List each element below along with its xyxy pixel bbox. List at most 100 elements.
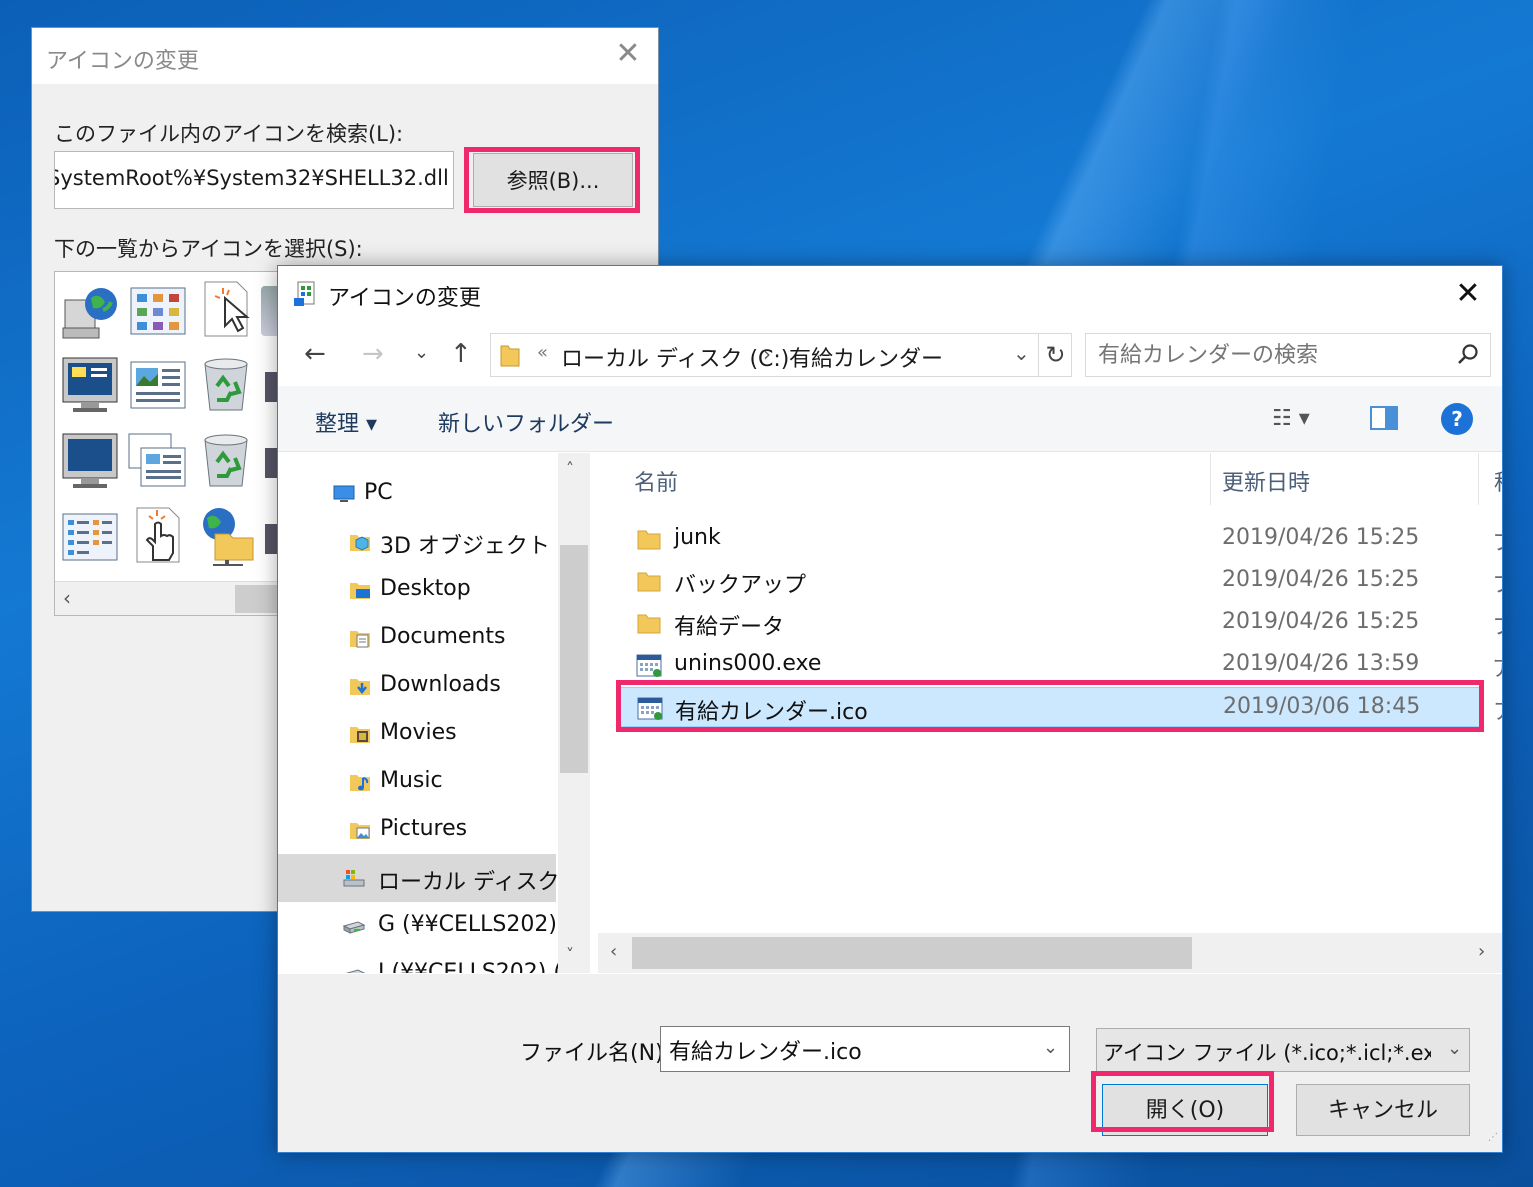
back-titlebar: アイコンの変更 ✕ <box>32 28 658 84</box>
column-modified[interactable]: 更新日時 <box>1222 465 1310 497</box>
nav-item-desktop[interactable]: Desktop <box>278 566 556 614</box>
multiple-windows-icon[interactable] <box>127 430 189 492</box>
folder-icon <box>637 572 661 592</box>
downloads-folder-icon <box>350 679 370 695</box>
open-button-highlight-box <box>1091 1071 1274 1132</box>
filename-label: ファイル名(N): <box>520 1041 672 1066</box>
column-headers: ˄ 名前 更新日時 種 <box>598 453 1502 507</box>
address-dropdown-icon[interactable]: ⌄ <box>1013 341 1030 365</box>
nav-item-pc[interactable]: PC <box>278 470 556 518</box>
address-overflow-icon[interactable]: « <box>537 342 548 363</box>
monitor-blank-icon[interactable] <box>59 430 121 492</box>
column-divider[interactable] <box>1210 453 1211 505</box>
nav-item-local-disk[interactable]: ローカル ディスク (C:) <box>278 854 590 902</box>
nav-item-network-g[interactable]: G (¥¥CELLS202) ( <box>278 902 573 950</box>
nav-item-network-i[interactable]: I (¥¥CELLS202) ( <box>278 950 562 973</box>
column-type[interactable]: 種 <box>1494 465 1502 497</box>
pc-icon <box>333 485 355 502</box>
picture-document-icon[interactable] <box>127 354 189 416</box>
breadcrumb-separator-icon[interactable]: › <box>763 342 771 366</box>
search-input[interactable] <box>1098 341 1438 369</box>
network-computer-icon[interactable] <box>59 280 121 342</box>
view-options-icon[interactable]: ☷ ▾ <box>1272 406 1310 431</box>
dialog-app-icon <box>294 281 315 306</box>
documents-folder-icon <box>350 631 370 648</box>
music-folder-icon <box>350 775 370 791</box>
recycle-bin-icon[interactable] <box>195 428 257 490</box>
column-name[interactable]: 名前 <box>634 465 678 497</box>
nav-item-movies[interactable]: Movies <box>278 710 556 758</box>
nav-pane-scrollbar[interactable]: ˄ ˅ <box>558 453 590 973</box>
nav-item-downloads[interactable]: Downloads <box>278 662 556 710</box>
back-arrow-icon[interactable]: ← <box>304 339 326 369</box>
file-row-junk[interactable]: junk 2019/04/26 15:25 フ <box>618 519 1502 559</box>
scroll-left-icon[interactable]: ‹ <box>63 586 71 610</box>
open-dialog-title: アイコンの変更 <box>328 286 481 311</box>
column-divider[interactable] <box>1478 453 1479 505</box>
scroll-thumb[interactable] <box>235 585 283 613</box>
file-row-backup[interactable]: バックアップ 2019/04/26 15:25 フ <box>618 561 1502 601</box>
file-list-scrollbar[interactable]: ‹ › <box>598 933 1502 973</box>
file-row-unins000[interactable]: unins000.exe 2019/04/26 13:59 ア <box>618 645 1502 685</box>
cursor-document-icon[interactable] <box>195 278 257 340</box>
forward-arrow-icon[interactable]: → <box>362 339 384 369</box>
new-folder-button[interactable]: 新しいフォルダー <box>438 406 614 438</box>
breadcrumb-paid-calendar[interactable]: 有給カレンダー <box>789 341 943 373</box>
calendar-app-icon <box>636 654 662 677</box>
sort-ascending-icon: ˄ <box>906 453 913 461</box>
filetype-select[interactable]: アイコン ファイル (*.ico;*.icl;*.exe;*.d ⌄ <box>1096 1028 1470 1072</box>
movies-folder-icon <box>350 727 370 743</box>
search-box[interactable] <box>1085 333 1491 377</box>
monitor-icon[interactable] <box>59 354 121 416</box>
hand-pointer-icon[interactable] <box>127 504 189 566</box>
file-scroll-thumb[interactable] <box>632 937 1192 969</box>
help-icon[interactable]: ? <box>1441 403 1473 435</box>
back-dialog-title: アイコンの変更 <box>46 49 199 74</box>
nav-item-music[interactable]: Music <box>278 758 556 806</box>
nav-item-documents[interactable]: Documents <box>278 614 556 662</box>
preview-pane-icon[interactable] <box>1370 406 1398 430</box>
details-view-icon[interactable] <box>59 506 121 568</box>
scroll-down-icon[interactable]: ˅ <box>566 945 574 964</box>
folder-icon <box>500 345 520 367</box>
open-close-icon[interactable]: ✕ <box>1450 276 1486 312</box>
pictures-folder-icon <box>350 823 370 839</box>
dialog-footer: ファイル名(N): ⌄ アイコン ファイル (*.ico;*.icl;*.exe… <box>278 974 1502 1152</box>
recent-locations-icon[interactable]: ⌄ <box>414 342 429 363</box>
icon-list[interactable] <box>54 271 284 616</box>
address-bar[interactable]: « ローカル ディスク (C:) › 有給カレンダー ⌄ <box>490 333 1072 377</box>
breadcrumb-local-disk[interactable]: ローカル ディスク (C:) <box>561 341 789 373</box>
organize-menu[interactable]: 整理 ▾ <box>315 406 377 438</box>
resize-grip-icon[interactable]: ⋰ <box>1488 1132 1500 1146</box>
recycle-bin-full-icon[interactable] <box>195 352 257 414</box>
network-drive-icon <box>345 969 366 973</box>
3d-objects-icon <box>350 535 370 551</box>
control-panel-icon[interactable] <box>127 280 189 342</box>
navigation-pane[interactable]: PC 3D オブジェクト Desktop Documents Downloads… <box>278 453 590 973</box>
back-close-icon[interactable]: ✕ <box>610 36 646 72</box>
search-icon[interactable] <box>1456 343 1480 367</box>
chevron-down-icon[interactable]: ⌄ <box>1043 1037 1058 1058</box>
folder-icon <box>637 530 661 550</box>
desktop-folder-icon <box>350 583 370 599</box>
nav-item-3d-objects[interactable]: 3D オブジェクト <box>278 518 556 566</box>
up-arrow-icon[interactable]: ↑ <box>450 339 472 369</box>
chevron-down-icon[interactable]: ⌄ <box>1447 1038 1462 1059</box>
command-bar: 整理 ▾ 新しいフォルダー ☷ ▾ ? <box>278 386 1502 452</box>
scroll-left-icon[interactable]: ‹ <box>610 941 617 962</box>
network-folder-icon[interactable] <box>195 504 257 566</box>
local-disk-icon <box>343 870 365 887</box>
file-search-label: このファイル内のアイコンを検索(L): <box>54 122 404 146</box>
file-row-paid-data[interactable]: 有給データ 2019/04/26 15:25 フ <box>618 603 1502 643</box>
scroll-up-icon[interactable]: ˄ <box>566 459 574 478</box>
nav-scroll-thumb[interactable] <box>560 545 588 773</box>
scroll-right-icon[interactable]: › <box>1478 941 1485 962</box>
nav-item-pictures[interactable]: Pictures <box>278 806 556 854</box>
refresh-icon[interactable]: ↻ <box>1038 333 1072 377</box>
folder-icon <box>637 614 661 634</box>
cancel-button[interactable]: キャンセル <box>1296 1084 1470 1136</box>
icon-file-path-input[interactable]: SystemRoot%¥System32¥SHELL32.dll <box>54 151 454 209</box>
filename-combobox[interactable]: ⌄ <box>660 1026 1070 1072</box>
filename-input[interactable] <box>669 1035 1029 1065</box>
icon-list-scrollbar[interactable]: ‹ <box>55 581 283 615</box>
